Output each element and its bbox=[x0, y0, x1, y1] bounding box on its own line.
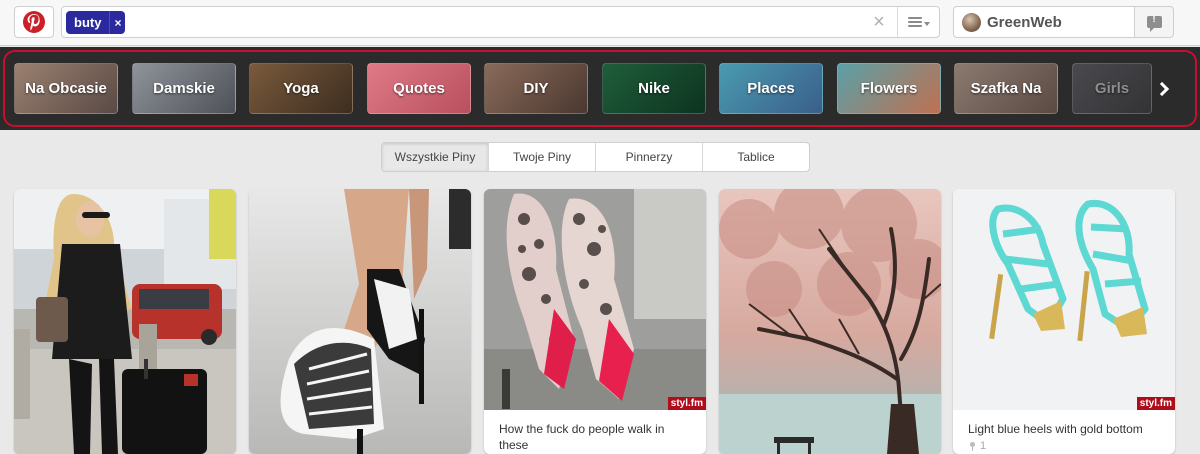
pin-card[interactable]: styl.fm How the fuck do people walk in t… bbox=[484, 189, 706, 454]
notification-bubble-icon bbox=[1146, 14, 1162, 32]
pin-image[interactable]: styl.fm bbox=[953, 189, 1175, 410]
tab-your-pins[interactable]: Twoje Piny bbox=[488, 143, 595, 171]
related-search-chip[interactable]: Na Obcasie bbox=[14, 63, 118, 114]
pinterest-logo-icon bbox=[23, 11, 45, 33]
related-search-chip[interactable]: Flowers bbox=[837, 63, 941, 114]
chevron-right-icon bbox=[1154, 81, 1170, 97]
search-tag: buty × bbox=[66, 11, 126, 34]
repin-icon bbox=[968, 441, 977, 451]
search-menu-button[interactable] bbox=[897, 7, 940, 37]
search-input[interactable]: buty × × bbox=[61, 6, 940, 38]
pin-card[interactable] bbox=[719, 189, 941, 454]
pin-image[interactable] bbox=[14, 189, 236, 454]
tab-pinners[interactable]: Pinnerzy bbox=[595, 143, 702, 171]
pin-source-badge[interactable]: styl.fm bbox=[1136, 397, 1175, 410]
remove-tag-icon[interactable]: × bbox=[109, 11, 125, 34]
user-name: GreenWeb bbox=[987, 13, 1062, 31]
pin-image[interactable] bbox=[249, 189, 471, 454]
pin-description: How the fuck do people walk in these bbox=[499, 422, 665, 452]
tab-all-pins[interactable]: Wszystkie Piny bbox=[382, 143, 488, 171]
next-arrow-button[interactable] bbox=[1152, 77, 1176, 101]
related-search-chip[interactable]: Szafka Na bbox=[954, 63, 1058, 114]
repin-count: 1 bbox=[953, 437, 1175, 452]
related-search-chip[interactable]: Nike bbox=[602, 63, 706, 114]
menu-icon bbox=[908, 17, 922, 27]
pinterest-logo-button[interactable] bbox=[14, 6, 54, 38]
repin-count-value: 1 bbox=[980, 440, 987, 452]
search-tag-label: buty bbox=[74, 15, 102, 30]
tab-boards[interactable]: Tablice bbox=[702, 143, 809, 171]
pin-image[interactable]: styl.fm bbox=[484, 189, 706, 410]
related-search-chip[interactable]: Girls bbox=[1072, 63, 1152, 114]
notifications-button[interactable] bbox=[1134, 6, 1174, 38]
related-search-chip[interactable]: Yoga bbox=[249, 63, 353, 114]
pin-card[interactable] bbox=[249, 189, 471, 454]
pin-source-badge[interactable]: styl.fm bbox=[667, 397, 706, 410]
pin-card[interactable]: styl.fm Light blue heels with gold botto… bbox=[953, 189, 1175, 454]
avatar bbox=[962, 12, 981, 32]
user-profile-button[interactable]: GreenWeb bbox=[953, 6, 1135, 38]
pin-card[interactable] bbox=[14, 189, 236, 454]
top-bar: buty × × GreenWeb bbox=[0, 0, 1200, 46]
related-search-chip[interactable]: Quotes bbox=[367, 63, 471, 114]
pin-image[interactable] bbox=[719, 189, 941, 454]
related-search-chip[interactable]: DIY bbox=[484, 63, 588, 114]
chevron-down-icon bbox=[924, 21, 930, 26]
clear-search-icon[interactable]: × bbox=[870, 12, 888, 32]
pin-description: Light blue heels with gold bottom bbox=[968, 422, 1143, 436]
related-search-chip[interactable]: Places bbox=[719, 63, 823, 114]
related-search-chip[interactable]: Damskie bbox=[132, 63, 236, 114]
related-searches-strip: Na Obcasie Damskie Yoga Quotes DIY Nike Places… bbox=[0, 47, 1200, 130]
filter-tabs: Wszystkie Piny Twoje Piny Pinnerzy Tabli… bbox=[381, 142, 810, 172]
